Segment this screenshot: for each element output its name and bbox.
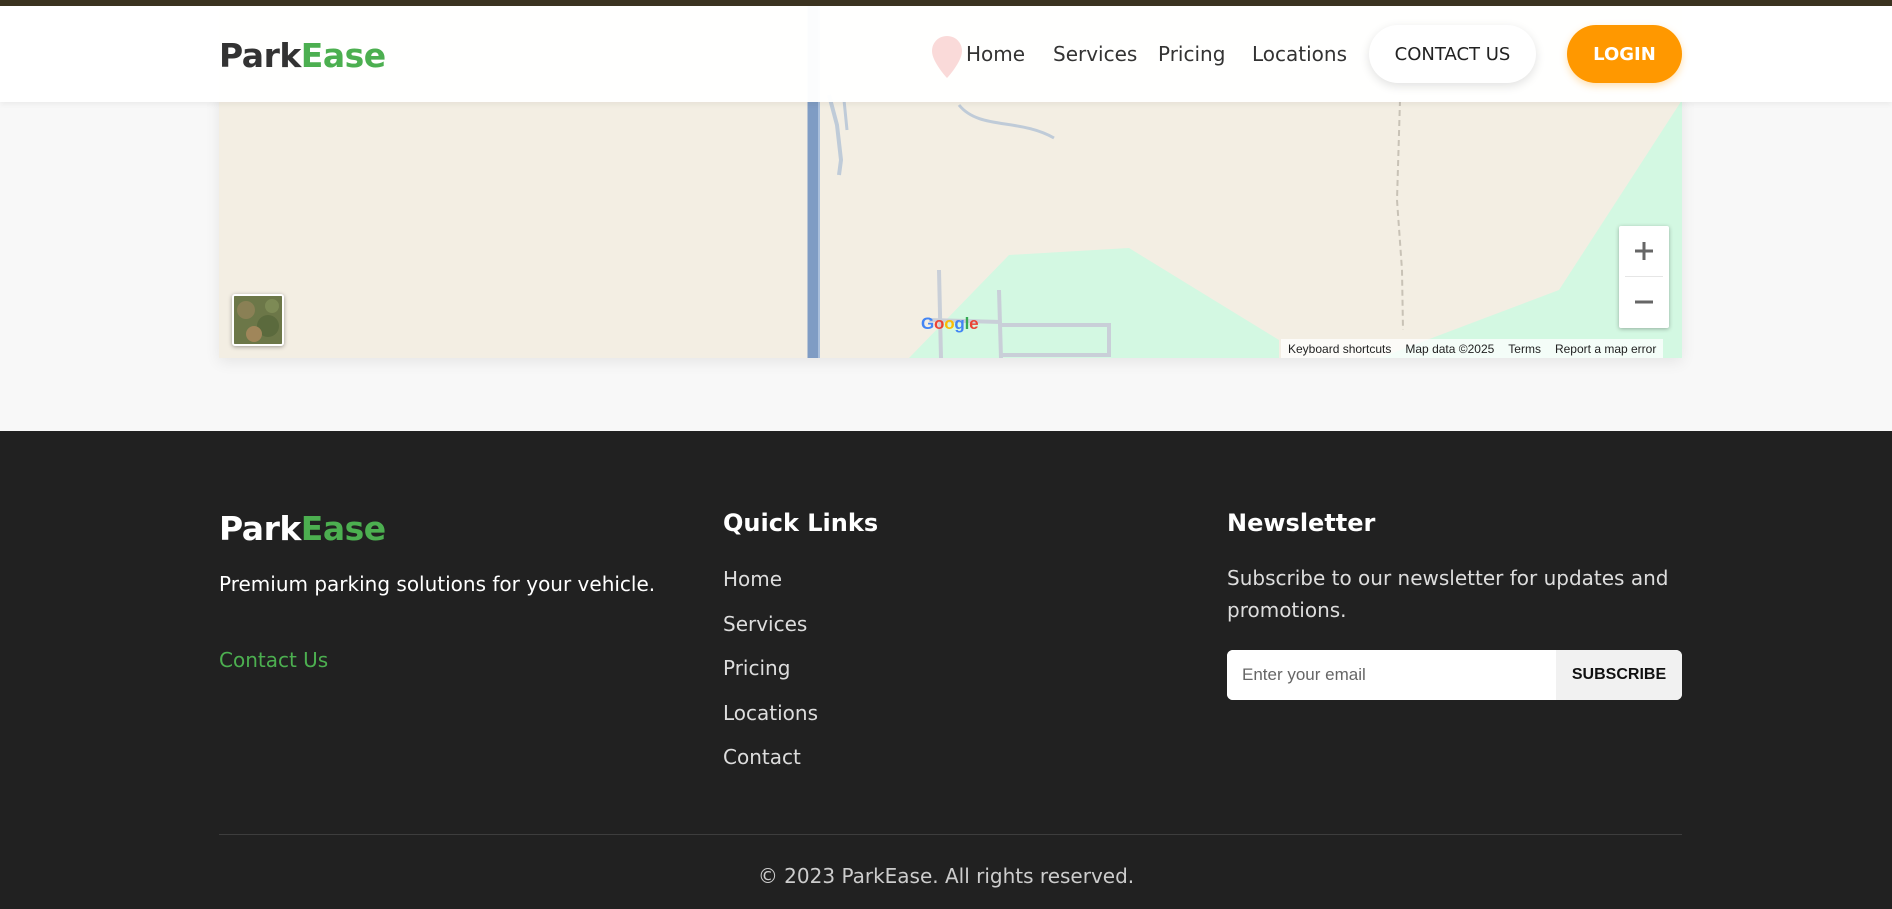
footer-divider <box>219 834 1682 835</box>
nav-item-pricing[interactable]: Pricing <box>1158 42 1225 66</box>
newsletter-title: Newsletter <box>1227 509 1376 537</box>
copyright-text: © 2023 ParkEase. All rights reserved. <box>757 864 1135 888</box>
quick-link-contact[interactable]: Contact <box>723 745 801 769</box>
map-data-label: Map data ©2025 <box>1405 341 1495 356</box>
footer-logo-part-park: Park <box>219 509 301 548</box>
newsletter-form: SUBSCRIBE <box>1227 650 1682 700</box>
quick-links-title: Quick Links <box>723 509 879 537</box>
newsletter-email-input[interactable] <box>1227 650 1556 700</box>
report-map-error-link[interactable]: Report a map error <box>1548 342 1663 356</box>
minus-icon <box>1635 300 1653 304</box>
newsletter-description: Subscribe to our newsletter for updates … <box>1227 566 1669 622</box>
logo-part-park: Park <box>219 36 301 75</box>
subscribe-button[interactable]: SUBSCRIBE <box>1556 650 1682 700</box>
keyboard-shortcuts-link[interactable]: Keyboard shortcuts <box>1281 342 1398 356</box>
quick-link-services[interactable]: Services <box>723 612 807 636</box>
nav-item-services[interactable]: Services <box>1053 42 1137 66</box>
site-header: ParkEase Home Services Pricing Locations… <box>0 6 1892 102</box>
map-pin-icon <box>932 36 962 78</box>
zoom-control <box>1619 226 1669 328</box>
satellite-layer-toggle[interactable] <box>232 294 284 346</box>
brand-logo[interactable]: ParkEase <box>219 36 386 75</box>
zoom-in-button[interactable] <box>1619 226 1669 276</box>
contact-us-button[interactable]: CONTACT US <box>1369 25 1536 83</box>
google-logo: Google <box>921 314 979 333</box>
logo-part-ease: Ease <box>300 36 386 75</box>
quick-link-home[interactable]: Home <box>723 567 782 591</box>
footer-logo-part-ease: Ease <box>300 509 386 548</box>
quick-link-locations[interactable]: Locations <box>723 701 818 725</box>
terms-link[interactable]: Terms <box>1501 342 1548 356</box>
nav-item-home[interactable]: Home <box>966 42 1025 66</box>
footer-contact-link[interactable]: Contact Us <box>219 648 328 672</box>
footer-tagline: Premium parking solutions for your vehic… <box>219 572 656 596</box>
zoom-out-button[interactable] <box>1619 277 1669 327</box>
login-button[interactable]: LOGIN <box>1567 25 1682 83</box>
footer-brand-logo[interactable]: ParkEase <box>219 509 386 548</box>
quick-link-pricing[interactable]: Pricing <box>723 656 790 680</box>
map-attribution: Keyboard shortcuts Map data ©2025 Terms … <box>1281 339 1664 358</box>
top-border-strip <box>0 0 1892 6</box>
plus-icon <box>1635 242 1653 260</box>
nav-item-locations[interactable]: Locations <box>1252 42 1347 66</box>
site-footer: ParkEase Premium parking solutions for y… <box>0 431 1892 909</box>
